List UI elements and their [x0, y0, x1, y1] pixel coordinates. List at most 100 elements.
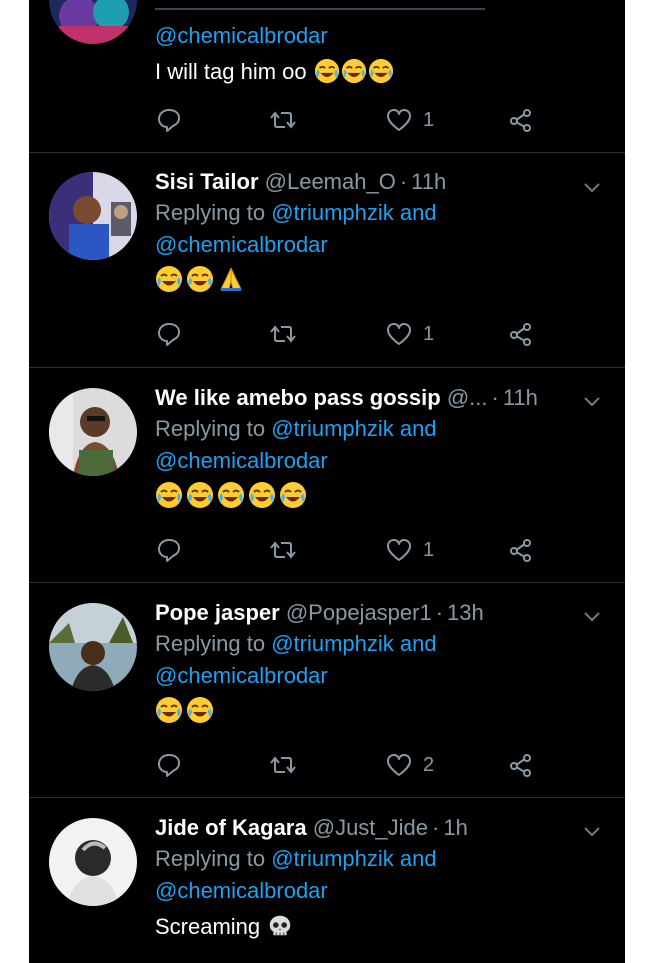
heart-icon [385, 751, 413, 779]
clipped-reply-line [155, 0, 485, 12]
user-handle[interactable]: @Leemah_O [265, 169, 396, 194]
skull-icon [267, 913, 293, 939]
tweet-actions: 1 [155, 319, 575, 349]
face-with-tears-of-joy-icon [279, 481, 307, 509]
face-with-tears-of-joy-icon [217, 481, 245, 509]
retweet-button[interactable] [269, 535, 297, 565]
mention-link[interactable]: @chemicalbrodar [155, 232, 328, 257]
face-with-tears-of-joy-icon [186, 265, 214, 293]
timestamp[interactable]: 13h [447, 600, 484, 625]
share-button[interactable] [507, 105, 535, 135]
reply-icon [155, 536, 183, 564]
avatar[interactable] [49, 818, 137, 906]
display-name[interactable]: Sisi Tailor [155, 169, 259, 194]
heart-icon [385, 320, 413, 348]
face-with-tears-of-joy-icon [248, 481, 276, 509]
share-icon [507, 536, 535, 564]
like-count: 1 [423, 538, 435, 561]
face-with-tears-of-joy-icon [186, 696, 214, 724]
tweet-header: Sisi Tailor @Leemah_O · 11h [155, 169, 447, 194]
timestamp[interactable]: 11h [503, 385, 538, 410]
like-button[interactable]: 1 [385, 105, 434, 135]
mention-link[interactable]: @triumphzik [271, 416, 394, 441]
like-button[interactable]: 2 [385, 750, 434, 780]
face-with-tears-of-joy-icon [155, 481, 183, 509]
replying-to: Replying to @triumphzik and [155, 200, 437, 225]
tweet-emojis [155, 692, 605, 728]
tweet-emojis [155, 477, 605, 513]
share-icon [507, 320, 535, 348]
tweet-actions: 2 [155, 750, 575, 780]
tweet-header: Pope jasper @Popejasper1 · 13h [155, 600, 484, 625]
user-handle[interactable]: @Just_Jide [313, 815, 428, 840]
timestamp[interactable]: 1h [443, 815, 467, 840]
face-with-tears-of-joy-icon [155, 265, 183, 293]
replying-to: Replying to @triumphzik and [155, 846, 437, 871]
display-name[interactable]: Jide of Kagara [155, 815, 307, 840]
like-button[interactable]: 1 [385, 319, 434, 349]
emoji-group [307, 58, 394, 84]
timestamp[interactable]: 11h [411, 169, 446, 194]
share-button[interactable] [507, 535, 535, 565]
face-with-tears-of-joy-icon [186, 481, 214, 509]
share-button[interactable] [507, 319, 535, 349]
mention-link[interactable]: @triumphzik [271, 631, 394, 656]
reply-icon [155, 751, 183, 779]
reply-button[interactable] [155, 319, 183, 349]
tweet-actions: 1 [155, 105, 575, 135]
avatar[interactable] [49, 0, 137, 44]
retweet-button[interactable] [269, 105, 297, 135]
folded-hands-icon [217, 265, 245, 293]
mention-link[interactable]: @chemicalbrodar [155, 448, 328, 473]
share-icon [507, 751, 535, 779]
tweet-item[interactable]: We like amebo pass gossip @... · 11h Reply… [29, 368, 625, 583]
reply-button[interactable] [155, 535, 183, 565]
tweet-header: We like amebo pass gossip @... · 11h [155, 385, 538, 410]
retweet-icon [269, 320, 297, 348]
heart-icon [385, 106, 413, 134]
replying-to-second: @chemicalbrodar [155, 875, 605, 907]
face-with-tears-of-joy-icon [155, 696, 183, 724]
user-handle[interactable]: @Popejasper1 [286, 600, 432, 625]
display-name[interactable]: We like amebo pass gossip [155, 385, 441, 410]
reply-button[interactable] [155, 750, 183, 780]
retweet-icon [269, 106, 297, 134]
avatar[interactable] [49, 172, 137, 260]
share-button[interactable] [507, 750, 535, 780]
replying-to-second: @chemicalbrodar [155, 229, 605, 261]
reply-handle[interactable]: @chemicalbrodar [155, 20, 605, 52]
like-count: 2 [423, 753, 435, 776]
retweet-button[interactable] [269, 319, 297, 349]
avatar[interactable] [49, 388, 137, 476]
reply-icon [155, 320, 183, 348]
mention-link[interactable]: @chemicalbrodar [155, 878, 328, 903]
face-with-tears-of-joy-icon [341, 58, 367, 84]
replying-to-second: @chemicalbrodar [155, 445, 605, 477]
face-with-tears-of-joy-icon [368, 58, 394, 84]
replying-to-second: @chemicalbrodar [155, 660, 605, 692]
like-count: 1 [423, 322, 435, 345]
tweet-emojis [155, 261, 605, 297]
mention-link[interactable]: @triumphzik [271, 846, 394, 871]
retweet-icon [269, 751, 297, 779]
share-icon [507, 106, 535, 134]
mention-link[interactable]: @triumphzik [271, 200, 394, 225]
tweet-text: Screaming [155, 911, 605, 943]
like-button[interactable]: 1 [385, 535, 434, 565]
display-name[interactable]: Pope jasper [155, 600, 280, 625]
mention-link[interactable]: @chemicalbrodar [155, 663, 328, 688]
avatar[interactable] [49, 603, 137, 691]
retweet-button[interactable] [269, 750, 297, 780]
replying-to: Replying to @triumphzik and [155, 416, 437, 441]
like-count: 1 [423, 108, 435, 131]
tweet-item[interactable]: @chemicalbrodar I will tag him oo 1 [29, 0, 625, 153]
reply-icon [155, 106, 183, 134]
tweet-item[interactable]: Jide of Kagara @Just_Jide · 1h Replying to… [29, 798, 625, 963]
tweet-actions: 1 [155, 535, 575, 565]
tweet-text: I will tag him oo [155, 56, 605, 88]
replying-to: Replying to @triumphzik and [155, 631, 437, 656]
tweet-item[interactable]: Pope jasper @Popejasper1 · 13h Replying to… [29, 583, 625, 798]
user-handle[interactable]: @... [447, 385, 488, 410]
tweet-item[interactable]: Sisi Tailor @Leemah_O · 11h Replying to @t… [29, 153, 625, 368]
reply-button[interactable] [155, 105, 183, 135]
